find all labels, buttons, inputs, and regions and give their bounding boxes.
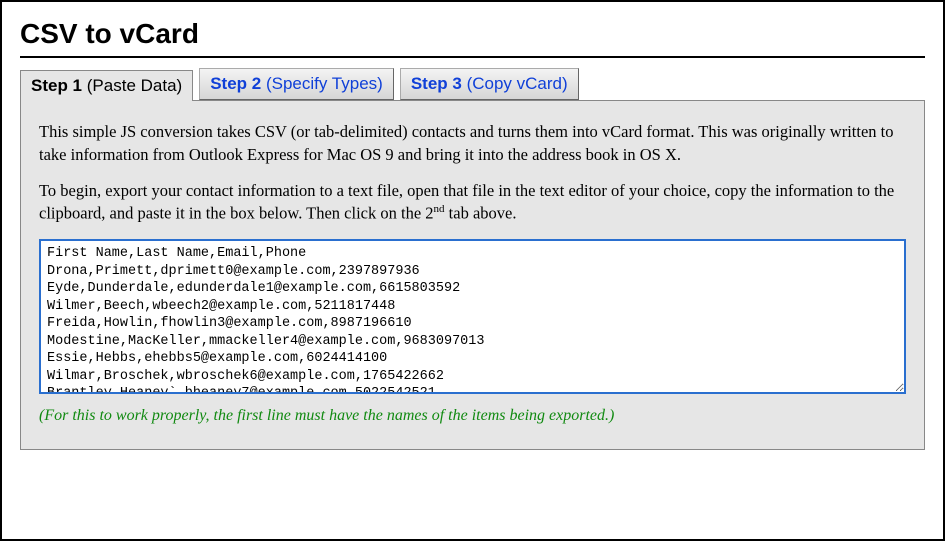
app-frame: CSV to vCard Step 1 (Paste Data) Step 2 …: [0, 0, 945, 541]
header-rule: [20, 56, 925, 58]
intro-paragraph-2: To begin, export your contact informatio…: [39, 180, 906, 225]
page-title: CSV to vCard: [20, 18, 925, 50]
tab-step2[interactable]: Step 2 (Specify Types): [199, 68, 394, 100]
tab-step3[interactable]: Step 3 (Copy vCard): [400, 68, 579, 100]
csv-input[interactable]: [39, 239, 906, 394]
intro2-sup: nd: [434, 203, 445, 215]
tab-step1[interactable]: Step 1 (Paste Data): [20, 70, 193, 101]
intro2-post: tab above.: [445, 204, 517, 223]
intro-paragraph-1: This simple JS conversion takes CSV (or …: [39, 121, 906, 166]
tab-step3-desc: (Copy vCard): [467, 74, 568, 93]
tab-step2-label: Step 2: [210, 74, 261, 93]
hint-text: (For this to work properly, the first li…: [39, 407, 906, 425]
tab-step2-desc: (Specify Types): [266, 74, 383, 93]
panel-step1: This simple JS conversion takes CSV (or …: [20, 100, 925, 450]
tab-bar: Step 1 (Paste Data) Step 2 (Specify Type…: [20, 68, 925, 100]
tab-step3-label: Step 3: [411, 74, 462, 93]
tab-step1-label: Step 1: [31, 76, 82, 95]
tab-step1-desc: (Paste Data): [87, 76, 182, 95]
